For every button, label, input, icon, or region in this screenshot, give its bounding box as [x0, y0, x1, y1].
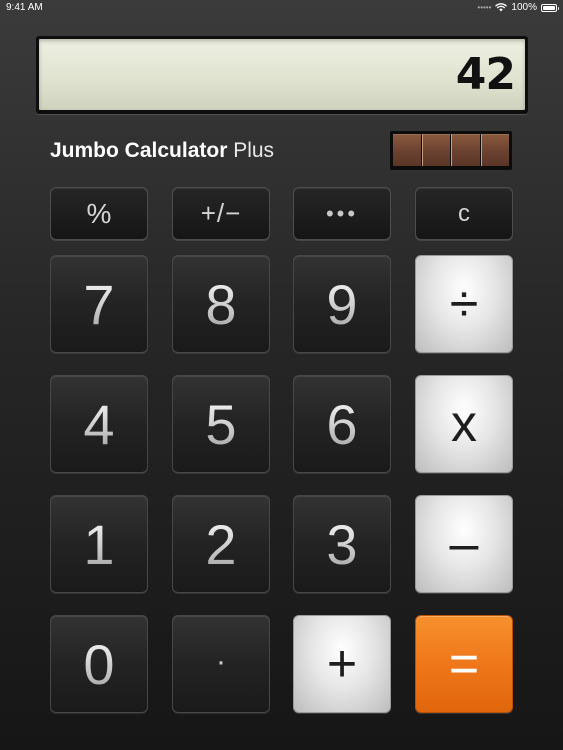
- battery-icon: [541, 3, 559, 12]
- status-time: 9:41 AM: [6, 2, 43, 13]
- battery-percent: 100%: [511, 2, 537, 13]
- status-bar: 9:41 AM ••••• 100%: [0, 0, 563, 16]
- wifi-icon: [495, 3, 508, 12]
- digit-6-label: 6: [326, 392, 358, 456]
- status-right: ••••• 100%: [477, 2, 559, 13]
- digit-2-label: 2: [205, 512, 237, 576]
- digit-3-label: 3: [326, 512, 358, 576]
- solar-cell: [393, 134, 421, 166]
- decimal-button[interactable]: ·: [172, 615, 270, 713]
- clear-label: c: [458, 199, 470, 227]
- digit-8-label: 8: [205, 272, 237, 336]
- digit-3-button[interactable]: 3: [293, 495, 391, 593]
- brand-title: Jumbo Calculator Plus: [50, 138, 274, 164]
- decimal-label: ·: [216, 645, 226, 678]
- digit-7-label: 7: [83, 272, 115, 336]
- digit-9-label: 9: [326, 272, 358, 336]
- digit-0-button[interactable]: 0: [50, 615, 148, 713]
- solar-panel: [390, 131, 512, 170]
- digit-5-label: 5: [205, 392, 237, 456]
- digit-5-button[interactable]: 5: [172, 375, 270, 473]
- digit-9-button[interactable]: 9: [293, 255, 391, 353]
- digit-7-button[interactable]: 7: [50, 255, 148, 353]
- display-value: 42: [455, 49, 516, 100]
- divide-label: ÷: [449, 275, 479, 333]
- brand-name: Jumbo Calculator: [50, 139, 228, 162]
- digit-1-label: 1: [83, 512, 115, 576]
- digit-8-button[interactable]: 8: [172, 255, 270, 353]
- multiply-button[interactable]: x: [415, 375, 513, 473]
- percent-button[interactable]: %: [50, 187, 148, 240]
- brand-suffix: Plus: [227, 139, 275, 162]
- more-options-button[interactable]: •••: [293, 187, 391, 240]
- equals-label: =: [448, 635, 480, 693]
- digit-4-button[interactable]: 4: [50, 375, 148, 473]
- minus-label: –: [449, 515, 479, 573]
- clear-button[interactable]: c: [415, 187, 513, 240]
- plus-minus-label: +/−: [200, 198, 242, 228]
- plus-label: +: [326, 635, 358, 693]
- multiply-label: x: [451, 395, 477, 453]
- plus-minus-button[interactable]: +/−: [172, 187, 270, 240]
- digit-4-label: 4: [83, 392, 115, 456]
- digit-0-label: 0: [83, 632, 115, 696]
- solar-cell: [480, 134, 509, 166]
- solar-cell: [451, 134, 480, 166]
- divide-button[interactable]: ÷: [415, 255, 513, 353]
- minus-button[interactable]: –: [415, 495, 513, 593]
- display-screen: 42: [39, 39, 525, 110]
- digit-2-button[interactable]: 2: [172, 495, 270, 593]
- calculator-display: 42: [36, 36, 528, 114]
- digit-6-button[interactable]: 6: [293, 375, 391, 473]
- signal-dots-icon: •••••: [477, 3, 492, 12]
- plus-button[interactable]: +: [293, 615, 391, 713]
- more-options-label: •••: [325, 200, 359, 226]
- equals-button[interactable]: =: [415, 615, 513, 713]
- digit-1-button[interactable]: 1: [50, 495, 148, 593]
- solar-cell: [421, 134, 450, 166]
- percent-label: %: [86, 197, 112, 229]
